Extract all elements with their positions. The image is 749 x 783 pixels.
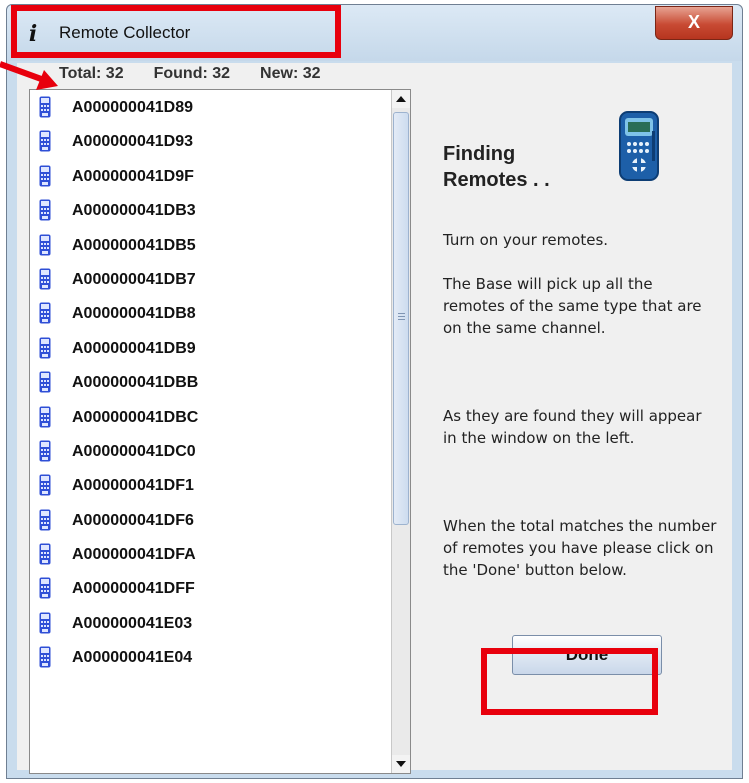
list-item[interactable]: A000000041D93 [30, 124, 391, 158]
list-item[interactable]: A000000041DB3 [30, 193, 391, 227]
remote-icon [39, 646, 51, 668]
remote-list[interactable]: A000000041D89 A000000041D93 A000000041D9F A… [29, 89, 411, 774]
list-item[interactable]: A000000041E04 [30, 640, 391, 674]
list-item[interactable]: A000000041DF6 [30, 503, 391, 537]
remote-id: A000000041DF1 [72, 477, 194, 495]
remote-icon [39, 406, 51, 428]
found-count: Found: 32 [153, 65, 231, 82]
list-item[interactable]: A000000041E03 [30, 606, 391, 640]
arrow-up-icon [396, 96, 406, 102]
scroll-up-arrow[interactable] [392, 90, 410, 108]
remote-icon [39, 302, 51, 324]
list-item[interactable]: A000000041DB7 [30, 262, 391, 296]
list-item[interactable]: A000000041DB8 [30, 296, 391, 330]
list-item[interactable]: A000000041DFA [30, 537, 391, 571]
list-item[interactable]: A000000041D89 [30, 90, 391, 124]
remote-icon [39, 543, 51, 565]
remote-icon [39, 612, 51, 634]
remote-id: A000000041DB3 [72, 202, 196, 220]
remote-id: A000000041D9F [72, 167, 194, 185]
remote-id: A000000041DC0 [72, 442, 196, 460]
remote-id: A000000041D89 [72, 99, 193, 116]
instruction-base-pickup: The Base will pick up all the remotes of… [443, 275, 702, 337]
remote-icon [39, 268, 51, 290]
remote-icon [39, 577, 51, 599]
panel-title: Finding Remotes . . [443, 143, 550, 191]
remote-icon [39, 130, 51, 152]
remote-id: A000000041D93 [72, 133, 193, 151]
instruction-found: As they are found they will appear in th… [443, 407, 702, 447]
remote-id: A000000041DBB [72, 374, 199, 392]
annotation-arrow-icon [0, 61, 58, 90]
remote-id: A000000041DB9 [72, 339, 196, 357]
list-item[interactable]: A000000041DBB [30, 365, 391, 399]
remote-icon [39, 337, 51, 359]
scroll-thumb[interactable] [393, 112, 409, 525]
remote-icon [39, 440, 51, 462]
list-item[interactable]: A000000041DB5 [30, 228, 391, 262]
remote-device-icon [619, 111, 659, 181]
remote-id: A000000041E03 [72, 614, 193, 632]
remote-icon [39, 96, 51, 118]
list-item[interactable]: A000000041DFF [30, 571, 391, 605]
counts-bar: Total: 32 Found: 32 New: 32 [59, 65, 351, 83]
remote-icon [39, 509, 51, 531]
remote-id: A000000041DB8 [72, 305, 196, 323]
remote-id: A000000041DF6 [72, 511, 194, 529]
remote-id: A000000041DB5 [72, 236, 196, 254]
remote-icon [39, 234, 51, 256]
remote-id: A000000041DB7 [72, 270, 196, 288]
remote-list-items: A000000041D89 A000000041D93 A000000041D9F A… [30, 90, 391, 675]
list-item[interactable]: A000000041DF1 [30, 468, 391, 502]
list-item[interactable]: A000000041DBC [30, 400, 391, 434]
list-item[interactable]: A000000041D9F [30, 159, 391, 193]
remote-id: A000000041DFA [72, 546, 196, 564]
list-scrollbar[interactable] [391, 90, 410, 773]
close-button[interactable]: X [655, 6, 733, 40]
remote-icon [39, 199, 51, 221]
list-item[interactable]: A000000041DB9 [30, 331, 391, 365]
scroll-down-arrow[interactable] [392, 755, 410, 773]
arrow-down-icon [396, 761, 406, 767]
remote-icon [39, 165, 51, 187]
remote-id: A000000041DBC [72, 408, 199, 426]
remote-icon [39, 474, 51, 496]
remote-id: A000000041DFF [72, 580, 195, 598]
total-count: Total: 32 [59, 65, 124, 82]
title-highlight-box [11, 5, 341, 58]
remote-icon [39, 371, 51, 393]
remote-id: A000000041E04 [72, 649, 193, 667]
new-count: New: 32 [260, 65, 321, 82]
instruction-total-matches: When the total matches the number of rem… [443, 517, 717, 579]
list-item[interactable]: A000000041DC0 [30, 434, 391, 468]
done-highlight-box [481, 648, 658, 715]
instruction-turn-on: Turn on your remotes. [443, 231, 609, 249]
